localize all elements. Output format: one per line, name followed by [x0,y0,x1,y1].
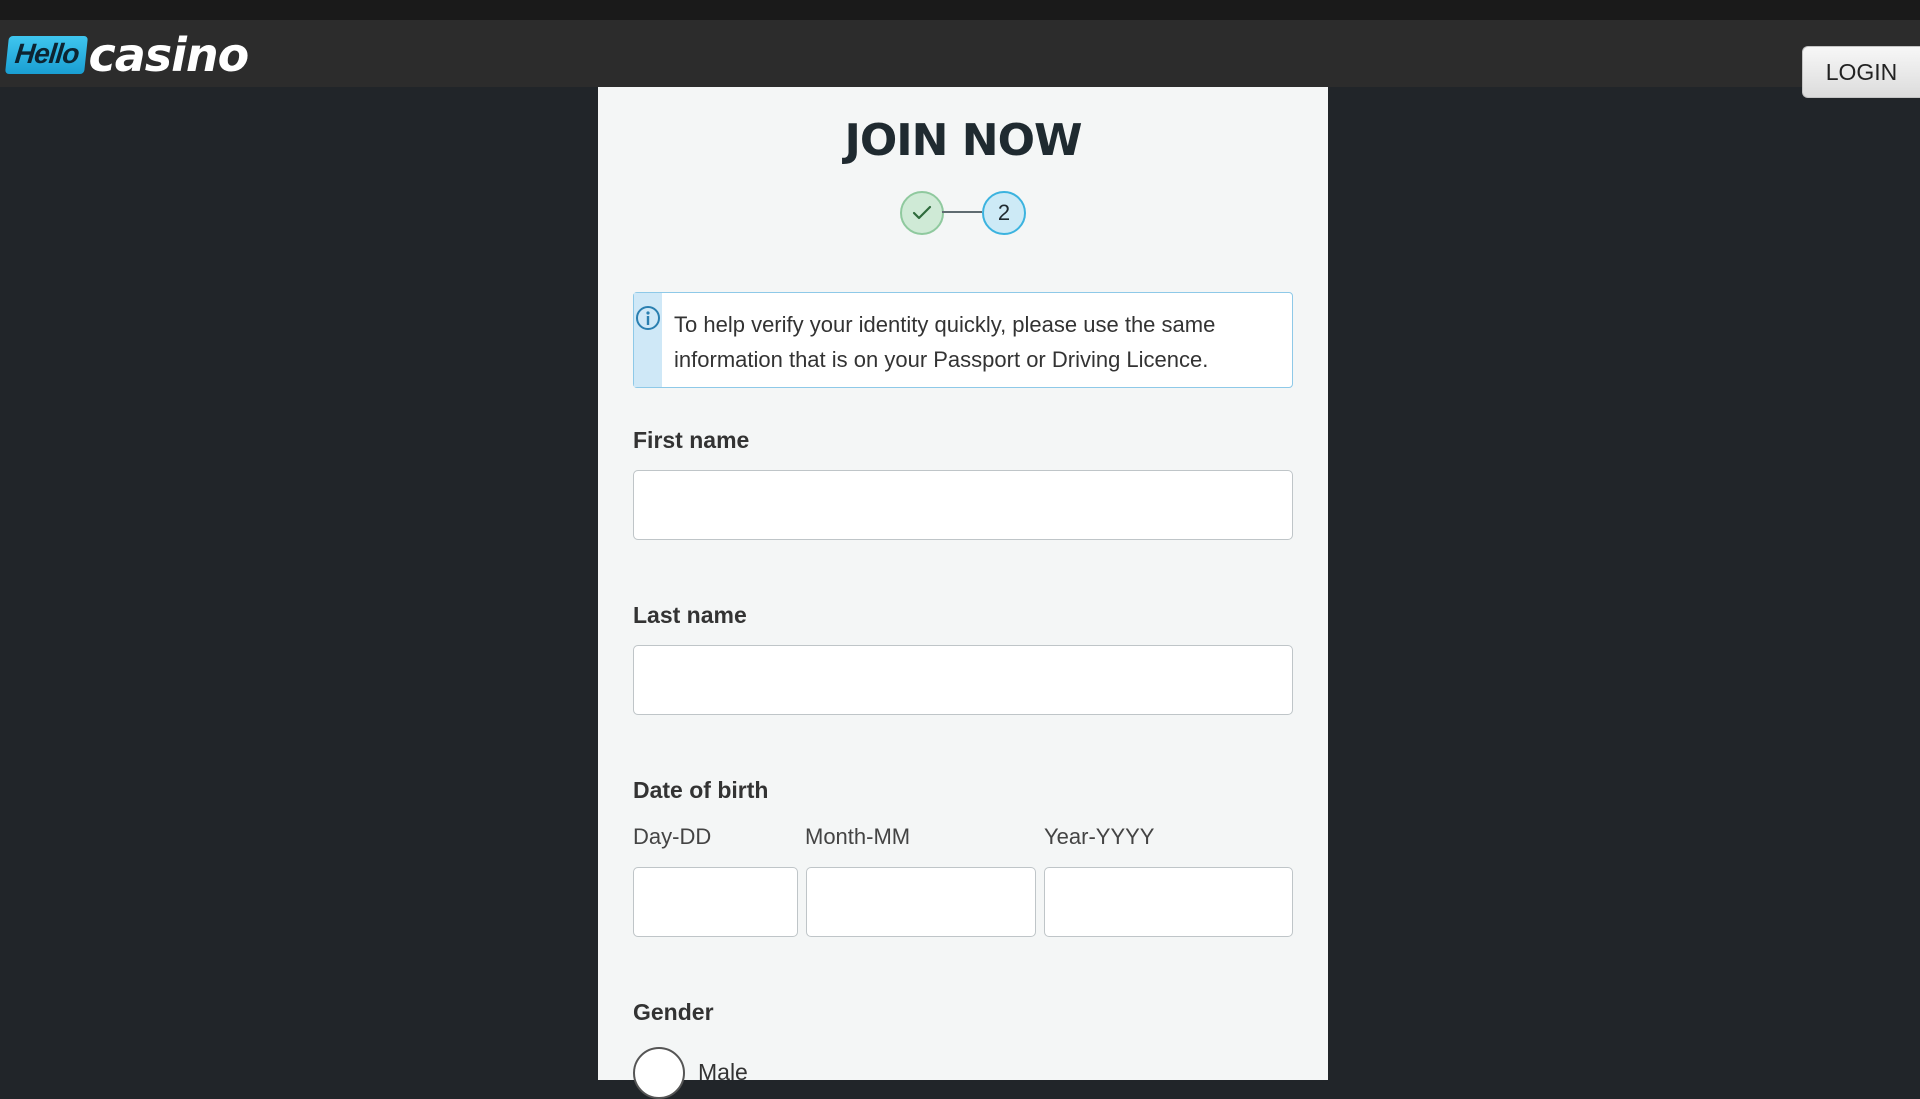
date-of-birth-label: Date of birth [633,777,769,803]
gender-male-label[interactable]: Male [698,1059,748,1086]
first-name-input[interactable] [633,470,1293,540]
month-label: Month-MM [805,824,911,849]
info-alert-text: To help verify your identity quickly, pl… [674,312,1216,372]
identity-info-alert: To help verify your identity quickly, pl… [633,292,1293,388]
info-icon [636,306,660,330]
day-label: Day-DD [633,824,712,849]
login-button[interactable]: LOGIN [1802,46,1920,98]
dob-day-input[interactable] [633,867,798,937]
browser-top-strip [0,0,1920,20]
gender-label: Gender [633,999,714,1025]
last-name-label: Last name [633,602,747,628]
dob-year-input[interactable] [1044,867,1293,937]
registration-stepper: 2 [900,191,1026,235]
first-name-label: First name [633,427,750,453]
hello-casino-logo[interactable]: Hello casino [5,28,249,82]
step-1-completed [900,191,944,235]
logo-hello-text: Hello [5,36,89,74]
gender-male-radio[interactable] [633,1047,685,1099]
stepper-connector [942,211,982,213]
last-name-input[interactable] [633,645,1293,715]
year-label: Year-YYYY [1044,824,1155,849]
check-icon [912,205,932,220]
page-title: JOIN NOW [844,115,1082,166]
step-2-current: 2 [982,191,1026,235]
join-form-card: JOIN NOW 2 To help verify your identity … [598,87,1328,1099]
dob-month-input[interactable] [806,867,1036,937]
info-alert-icon-column [634,293,663,387]
logo-casino-text: casino [88,28,249,82]
site-header: Hello casino LOGIN [0,20,1920,98]
